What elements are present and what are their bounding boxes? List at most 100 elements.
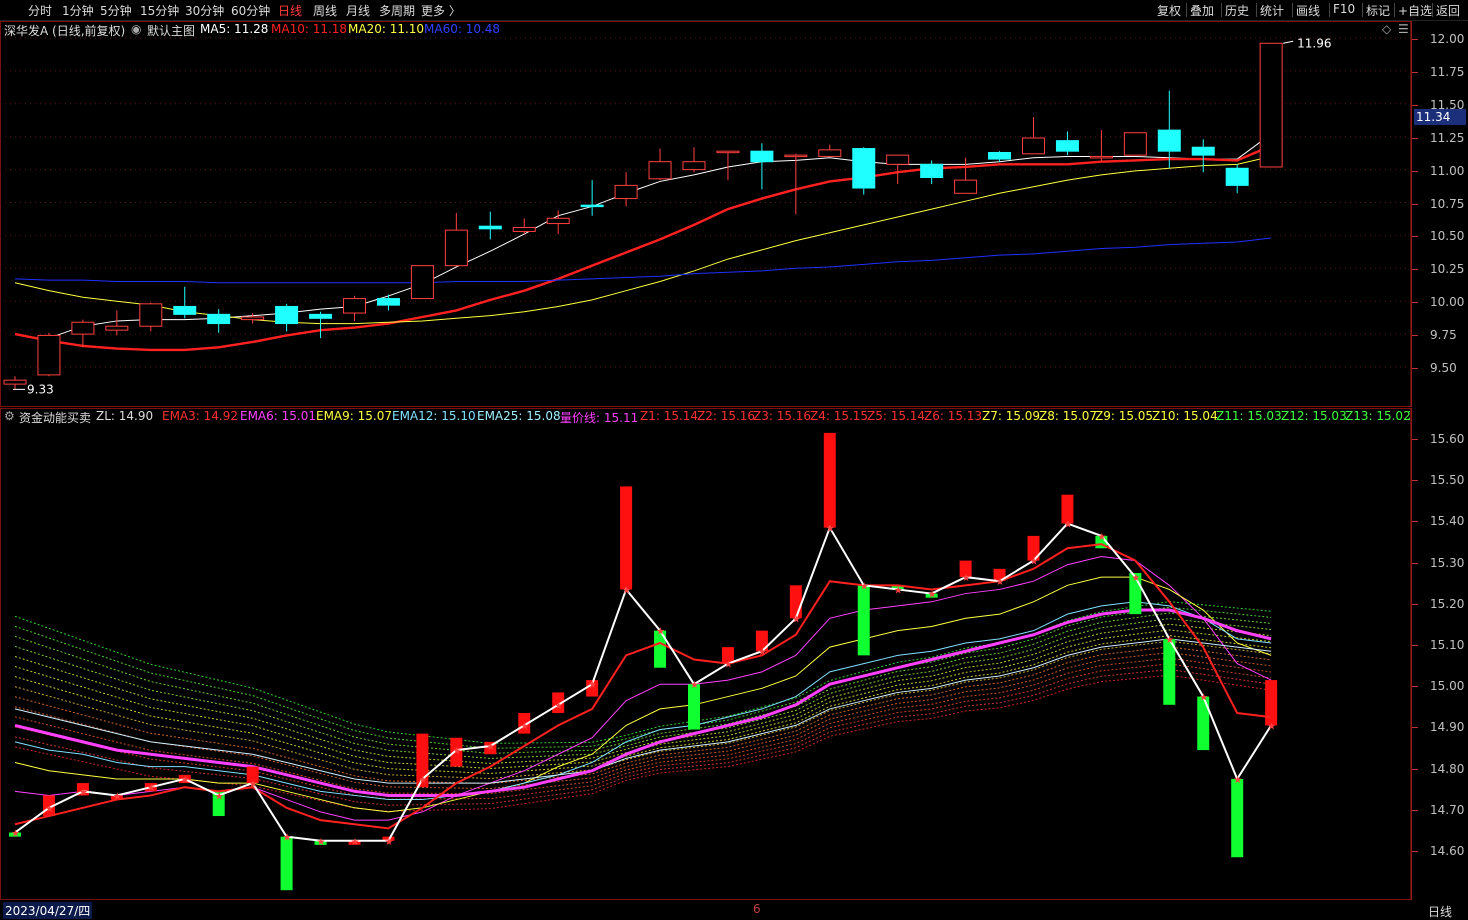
tool-button-3[interactable]: 统计	[1260, 2, 1284, 19]
signal-star-marker: ★	[1063, 520, 1072, 531]
price-axis-label: 10.25	[1430, 262, 1465, 277]
signal-star-marker: ★	[588, 680, 597, 691]
indicator-axis-label: 15.60	[1430, 432, 1465, 446]
signal-star-marker: ★	[894, 585, 903, 596]
signal-star-marker: ★	[215, 791, 224, 802]
period-tab-5[interactable]: 60分钟	[231, 2, 270, 19]
signal-star-marker: ★	[1165, 635, 1174, 646]
candle-body	[648, 161, 672, 180]
low-marker-label: 9.33	[27, 382, 54, 396]
signal-star-marker: ★	[928, 590, 937, 601]
signal-star-marker: ★	[1097, 532, 1106, 543]
signal-star-marker: ★	[962, 573, 971, 584]
price-axis-label: 9.75	[1430, 328, 1457, 343]
candle-body	[852, 148, 876, 189]
signal-star-marker: ★	[351, 837, 360, 848]
high-marker-arrow	[1283, 40, 1294, 44]
indicator-line	[14, 576, 1272, 813]
tool-button-6[interactable]: 标记	[1366, 2, 1390, 19]
tool-button-4[interactable]: 画线	[1296, 2, 1320, 19]
candle-body	[886, 154, 910, 165]
momentum-bar	[280, 836, 293, 891]
signal-star-marker: ★	[690, 680, 699, 691]
signal-star-marker: ★	[79, 787, 88, 798]
candle-body	[682, 161, 706, 171]
momentum-bar	[1265, 680, 1278, 726]
candle-body	[580, 204, 604, 208]
candle-body	[784, 154, 808, 158]
momentum-bar	[1231, 778, 1244, 858]
month-marker: 6	[753, 902, 761, 916]
period-tab-9[interactable]: 多周期	[379, 2, 415, 19]
indicator-axis-label: 14.80	[1430, 761, 1465, 776]
signal-star-marker: ★	[317, 837, 326, 848]
signal-star-marker: ★	[622, 585, 631, 596]
z-fan-line	[14, 640, 1272, 780]
candle-body	[309, 313, 333, 319]
period-tab-1[interactable]: 1分钟	[62, 2, 94, 19]
z-fan-line	[14, 635, 1272, 774]
signal-star-marker: ★	[384, 837, 393, 848]
period-tab-8[interactable]: 月线	[346, 2, 370, 19]
indicator-chart[interactable]: ★ ★ ★ ★ ★ ★ ★ ★ ★ ★ ★ ★ ★ ★ ★ ★ ★ ★ ★ ★ ★ ★ ★ ★ ★ ★ ★ ★ ★ ★ ★ ★ ★ ★ ★ ★ ★ ★	[0, 408, 1412, 900]
tool-button-5[interactable]: F10	[1333, 2, 1355, 16]
signal-star-marker: ★	[1030, 557, 1039, 568]
signal-star-marker: ★	[249, 779, 258, 790]
candle-body	[37, 334, 61, 376]
period-tab-3[interactable]: 15分钟	[140, 2, 179, 19]
indicator-line	[14, 608, 1272, 797]
candle-body	[105, 325, 129, 331]
candle-body	[1022, 137, 1045, 155]
candle-body	[173, 305, 197, 315]
signal-star-marker: ★	[758, 647, 767, 658]
candle-body	[1123, 132, 1147, 156]
indicator-axis-label: 14.70	[1430, 802, 1465, 817]
ma-line-ma20	[14, 155, 1272, 325]
period-tab-10[interactable]: 更多 〉	[421, 2, 461, 19]
period-tab-2[interactable]: 5分钟	[100, 2, 132, 19]
candle-body	[512, 227, 536, 232]
signal-star-marker: ★	[181, 775, 190, 786]
candle-body	[546, 217, 570, 225]
candle-body	[207, 313, 231, 325]
period-tab-6[interactable]: 日线	[278, 2, 302, 19]
price-axis-label: 12.00	[1430, 32, 1465, 46]
z-fan-line	[14, 652, 1272, 790]
indicator-axis-label: 14.90	[1430, 720, 1465, 735]
price-axis-label: 10.50	[1430, 229, 1465, 244]
tool-button-8[interactable]: 返回	[1436, 2, 1460, 19]
candle-body	[275, 305, 299, 325]
momentum-bar	[620, 486, 633, 590]
price-axis-label: 11.75	[1430, 64, 1465, 79]
tool-button-0[interactable]: 复权	[1157, 2, 1181, 19]
signal-star-marker: ★	[520, 721, 529, 732]
candle-body	[1157, 129, 1181, 152]
price-candlestick-chart[interactable]: 11.96 9.33	[0, 21, 1412, 407]
indicator-line	[14, 555, 1272, 821]
price-axis-label: 10.00	[1430, 295, 1465, 310]
z-fan-line	[14, 623, 1272, 764]
signal-star-marker: ★	[418, 775, 427, 786]
candle-body	[376, 298, 400, 306]
tool-button-2[interactable]: 历史	[1225, 2, 1249, 19]
candle-body	[139, 303, 163, 327]
time-axis-bar: 2023/04/27/四 6 日线	[0, 900, 1468, 919]
candle-body	[716, 150, 740, 154]
indicator-axis-label: 15.50	[1430, 473, 1465, 488]
period-footer-label[interactable]: 日线	[1428, 903, 1452, 920]
price-axis-label: 11.00	[1430, 163, 1465, 178]
tool-button-1[interactable]: 叠加	[1190, 2, 1214, 19]
signal-star-marker: ★	[826, 524, 835, 535]
tool-button-7[interactable]: +自选	[1398, 2, 1432, 19]
period-tab-7[interactable]: 周线	[313, 2, 337, 19]
candle-body	[478, 225, 502, 230]
candle-body	[1191, 146, 1215, 156]
period-tab-4[interactable]: 30分钟	[185, 2, 224, 19]
period-toolbar: 分时 1分钟 5分钟 15分钟 30分钟 60分钟 日线 周线 月线 多周期 更多 〉 复权 叠加 历史统…	[0, 0, 1468, 21]
signal-star-marker: ★	[1233, 775, 1242, 786]
ema3-line	[14, 543, 1272, 830]
signal-star-marker: ★	[11, 829, 20, 840]
z-fan-line	[14, 674, 1272, 812]
period-tab-0[interactable]: 分时	[28, 2, 52, 19]
z-fan-line	[14, 663, 1272, 800]
